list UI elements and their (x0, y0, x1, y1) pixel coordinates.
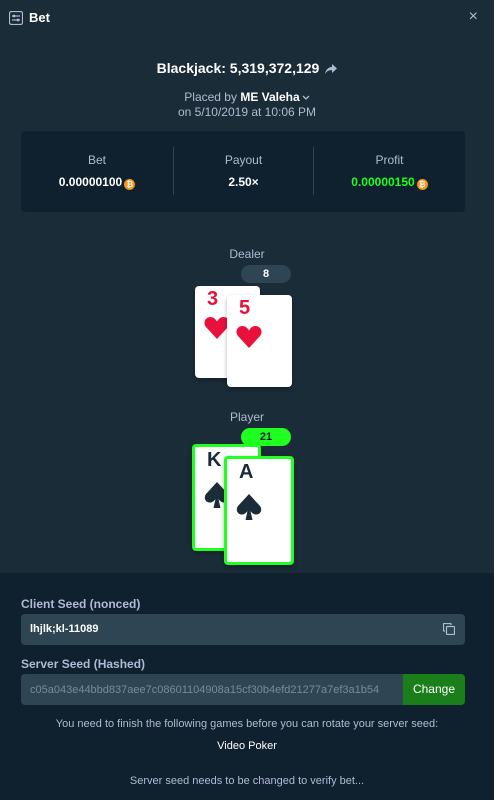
card-rank: K (207, 449, 222, 471)
card-rank: A (239, 461, 254, 483)
payout-label: Payout (224, 153, 263, 167)
close-button[interactable]: × (469, 8, 478, 26)
placed-by: Placed by ME Valeha (0, 90, 494, 104)
payout-stat: Payout 2.50× (174, 131, 313, 212)
profit-amount: 0.00000150 (351, 175, 415, 189)
rotate-seed-note: You need to finish the following games b… (55, 718, 439, 730)
placed-by-prefix: Placed by (184, 90, 241, 104)
bet-stat: Bet 0.00000100 ₿ (21, 131, 173, 212)
user-link[interactable]: ME Valeha (240, 90, 299, 104)
bitcoin-icon: ₿ (124, 179, 136, 190)
server-seed-value: c05a043e44bbd837aee7c08601104908a15cf30b… (30, 684, 380, 696)
dealer-score: 8 (241, 265, 291, 283)
copy-icon[interactable] (443, 623, 455, 635)
placed-date: on 5/10/2019 at 10:06 PM (177, 105, 317, 119)
profit-value: 0.00000150 ₿ (314, 175, 465, 190)
heart-suit-icon (236, 326, 262, 348)
modal-title: Bet (29, 10, 50, 25)
share-icon[interactable] (325, 64, 338, 75)
bet-label: Bet (87, 153, 106, 167)
fairness-section: Client Seed (nonced) lhjlk;kl-11089 Serv… (0, 573, 494, 800)
pending-game: Video Poker (217, 740, 277, 752)
spade-suit-icon (236, 494, 262, 520)
modal-header: Bet × (0, 0, 494, 38)
card-rank: 5 (239, 297, 251, 319)
player-label: Player (229, 410, 264, 424)
client-seed-field[interactable]: lhjlk;kl-11089 (21, 614, 465, 645)
profit-label: Profit (375, 153, 404, 167)
client-seed-value: lhjlk;kl-11089 (30, 623, 99, 635)
server-seed-field[interactable]: c05a043e44bbd837aee7c08601104908a15cf30b… (21, 674, 403, 705)
client-seed-label: Client Seed (nonced) (21, 597, 141, 611)
verify-note: Server seed needs to be changed to verif… (129, 775, 365, 787)
bet-modal: Bet × Blackjack: 5,319,372,129 Placed by… (0, 0, 494, 800)
profit-stat: Profit 0.00000150 ₿ (314, 131, 465, 212)
game-title-text: Blackjack: 5,319,372,129 (156, 60, 320, 76)
player-card-2: A (224, 456, 294, 565)
bet-amount: 0.00000100 (58, 175, 123, 189)
change-seed-button[interactable]: Change (403, 674, 465, 705)
card-rank: 3 (207, 288, 219, 310)
bet-slip-icon (9, 11, 23, 25)
bitcoin-icon: ₿ (416, 179, 428, 190)
game-title: Blackjack: 5,319,372,129 (0, 60, 494, 76)
chevron-down-icon[interactable] (302, 95, 310, 101)
bet-stats-panel: Bet 0.00000100 ₿ Payout 2.50× Profit 0.00… (21, 131, 465, 212)
bet-value: 0.00000100 ₿ (21, 175, 173, 190)
dealer-card-2: 5 (227, 295, 292, 387)
dealer-label: Dealer (229, 247, 265, 261)
server-seed-label: Server Seed (Hashed) (21, 657, 146, 671)
payout-value: 2.50× (228, 175, 259, 189)
